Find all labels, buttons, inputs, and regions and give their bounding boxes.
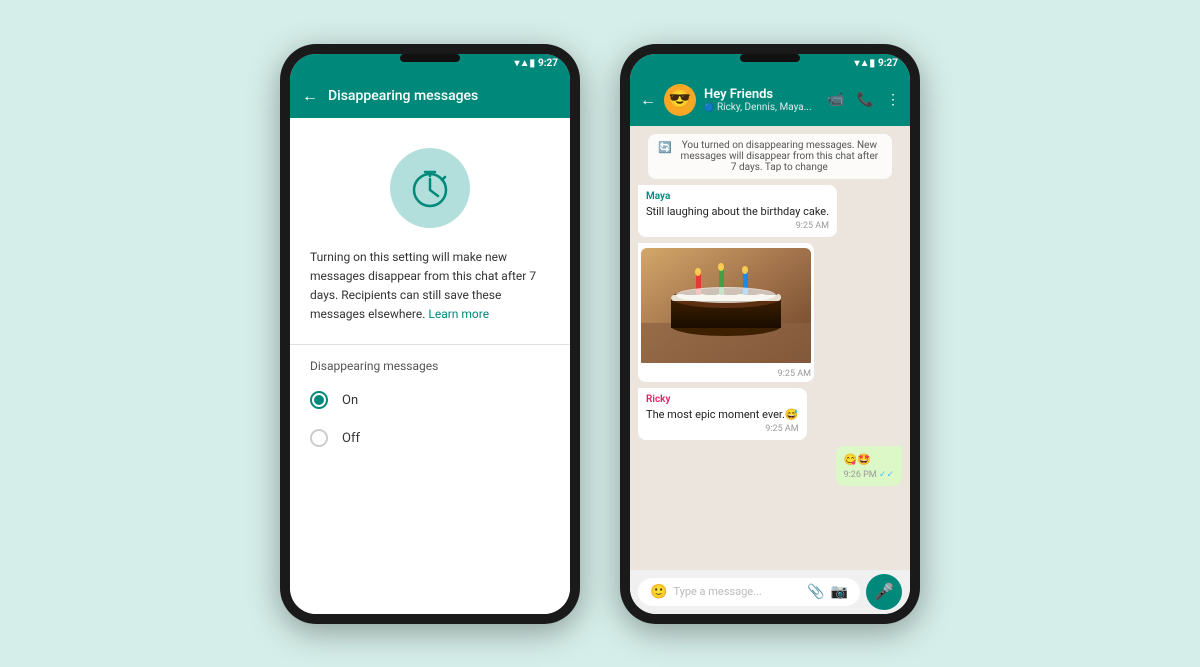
system-msg-icon: 🔄 bbox=[658, 141, 672, 154]
maya-time: 9:25 AM bbox=[646, 221, 829, 231]
cake-image-container bbox=[641, 248, 811, 367]
ricky-sender: Ricky bbox=[646, 394, 799, 405]
status-time-1: 9:27 bbox=[538, 58, 558, 69]
status-time-2: 9:27 bbox=[878, 58, 898, 69]
chat-info: Hey Friends 🔵 Ricky, Dennis, Maya... bbox=[704, 87, 819, 113]
radio-label-off: Off bbox=[342, 431, 360, 446]
radio-off[interactable]: Off bbox=[290, 419, 570, 457]
learn-more-link[interactable]: Learn more bbox=[428, 307, 489, 321]
radio-circle-off bbox=[310, 429, 328, 447]
status-icons-1: ▾▲▮ bbox=[515, 58, 535, 69]
emoji-icon[interactable]: 🙂 bbox=[650, 584, 667, 600]
cake-image-svg bbox=[641, 248, 811, 363]
online-dot: 🔵 bbox=[704, 103, 714, 112]
voice-call-icon[interactable]: 📞 bbox=[857, 92, 874, 108]
phone-notch bbox=[400, 54, 460, 62]
chat-input-bar: 🙂 Type a message... 📎 📷 🎤 bbox=[630, 570, 910, 614]
description-text: Turning on this setting will make new me… bbox=[310, 250, 536, 322]
status-icons-2: ▾▲▮ bbox=[855, 58, 875, 69]
message-ricky: Ricky The most epic moment ever.😅 9:25 A… bbox=[638, 388, 807, 440]
image-time: 9:25 AM bbox=[641, 369, 811, 379]
message-image: 9:25 AM bbox=[638, 243, 814, 382]
camera-icon[interactable]: 📷 bbox=[831, 584, 848, 600]
phone-notch-2 bbox=[740, 54, 800, 62]
radio-on[interactable]: On bbox=[290, 381, 570, 419]
radio-inner-on bbox=[314, 395, 324, 405]
chat-actions: 📹 📞 ⋮ bbox=[827, 92, 900, 108]
chat-name: Hey Friends bbox=[704, 87, 819, 102]
chat-toolbar: ← 😎 Hey Friends 🔵 Ricky, Dennis, Maya...… bbox=[630, 74, 910, 126]
ricky-text: The most epic moment ever.😅 bbox=[646, 407, 799, 422]
settings-content: Turning on this setting will make new me… bbox=[290, 118, 570, 614]
more-options-icon[interactable]: ⋮ bbox=[886, 92, 900, 108]
back-button-2[interactable]: ← bbox=[640, 90, 656, 110]
system-message[interactable]: 🔄 You turned on disappearing messages. N… bbox=[648, 134, 892, 179]
mic-icon: 🎤 bbox=[874, 582, 894, 601]
maya-text: Still laughing about the birthday cake. bbox=[646, 204, 829, 219]
mic-button[interactable]: 🎤 bbox=[866, 574, 902, 610]
chat-input-field[interactable]: 🙂 Type a message... 📎 📷 bbox=[638, 578, 860, 606]
maya-sender: Maya bbox=[646, 191, 829, 202]
section-label: Disappearing messages bbox=[290, 345, 570, 381]
attach-icon[interactable]: 📎 bbox=[807, 584, 824, 600]
sent-time: 9:26 PM bbox=[844, 470, 894, 480]
ricky-time: 9:25 AM bbox=[646, 424, 799, 434]
chat-background: 🔄 You turned on disappearing messages. N… bbox=[630, 126, 910, 570]
settings-toolbar: ← Disappearing messages bbox=[290, 74, 570, 118]
phone-1: ▾▲▮ 9:27 ← Disappearing messages Tur bbox=[280, 44, 580, 624]
chat-sub: 🔵 Ricky, Dennis, Maya... bbox=[704, 102, 819, 113]
message-maya: Maya Still laughing about the birthday c… bbox=[638, 185, 837, 237]
chat-avatar: 😎 bbox=[664, 84, 696, 116]
chat-avatar-emoji: 😎 bbox=[669, 89, 691, 110]
settings-title: Disappearing messages bbox=[328, 88, 558, 104]
radio-label-on: On bbox=[342, 393, 358, 408]
settings-description: Turning on this setting will make new me… bbox=[290, 248, 570, 345]
sent-text: 😋🤩 bbox=[844, 452, 894, 467]
chat-participants: Ricky, Dennis, Maya... bbox=[717, 102, 812, 113]
timer-icon-wrap bbox=[390, 148, 470, 228]
system-message-text: You turned on disappearing messages. New… bbox=[677, 140, 882, 173]
message-sent: 😋🤩 9:26 PM bbox=[836, 446, 902, 485]
radio-circle-on bbox=[310, 391, 328, 409]
phone-2: ▾▲▮ 9:27 ← 😎 Hey Friends 🔵 Ricky, Dennis… bbox=[620, 44, 920, 624]
back-button-1[interactable]: ← bbox=[302, 86, 318, 106]
video-call-icon[interactable]: 📹 bbox=[827, 92, 844, 108]
timer-icon bbox=[408, 166, 452, 210]
input-placeholder: Type a message... bbox=[673, 585, 801, 598]
